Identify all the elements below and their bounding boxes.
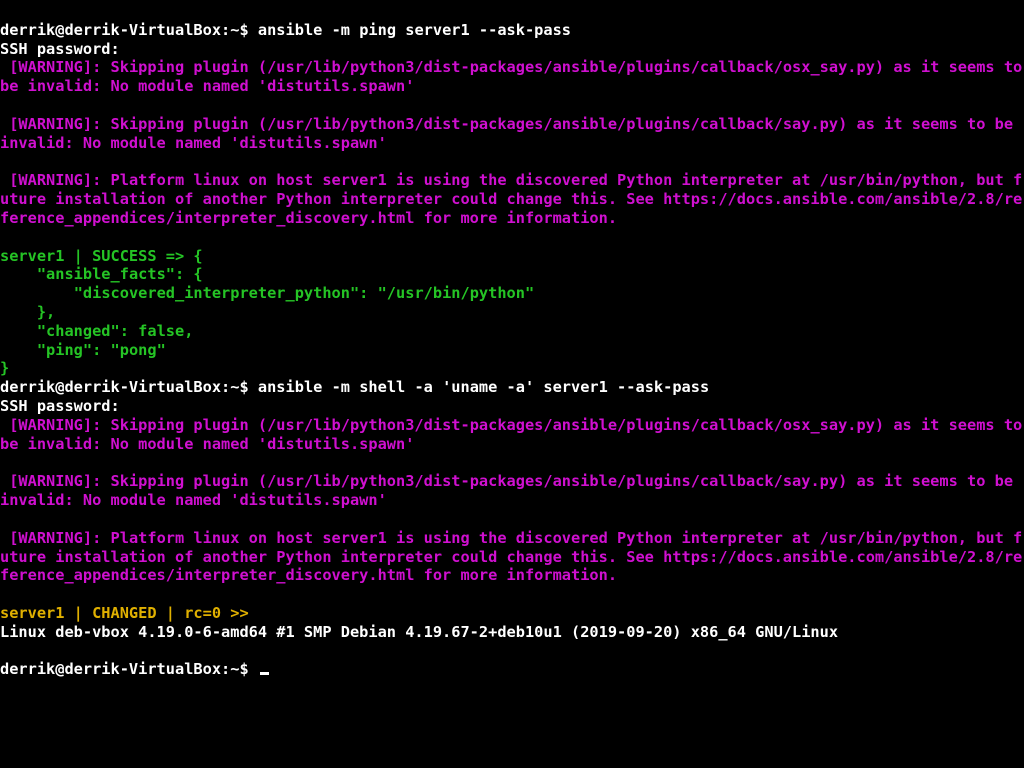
success-json-line: } [0, 359, 9, 377]
uname-output: Linux deb-vbox 4.19.0-6-amd64 #1 SMP Deb… [0, 623, 838, 641]
changed-header: server1 | CHANGED | rc=0 >> [0, 604, 249, 622]
success-json-line: }, [0, 303, 55, 321]
success-json-line: "discovered_interpreter_python": "/usr/b… [0, 284, 534, 302]
ssh-password-2: SSH password: [0, 397, 120, 415]
prompt-line-3: derrik@derrik-VirtualBox:~$ [0, 660, 269, 678]
success-json-line: "ansible_facts": { [0, 265, 203, 283]
warning-osx-say-2: [WARNING]: Skipping plugin (/usr/lib/pyt… [0, 416, 1024, 453]
success-json-line: server1 | SUCCESS => { [0, 247, 203, 265]
prompt-line-2: derrik@derrik-VirtualBox:~$ ansible -m s… [0, 378, 709, 396]
success-json-line: "changed": false, [0, 322, 193, 340]
prompt-line-1: derrik@derrik-VirtualBox:~$ ansible -m p… [0, 21, 571, 39]
warning-python-1: [WARNING]: Platform linux on host server… [0, 171, 1022, 227]
warning-osx-say-1: [WARNING]: Skipping plugin (/usr/lib/pyt… [0, 58, 1024, 95]
warning-say-2: [WARNING]: Skipping plugin (/usr/lib/pyt… [0, 472, 1022, 509]
terminal[interactable]: derrik@derrik-VirtualBox:~$ ansible -m p… [0, 0, 1024, 679]
success-json-line: "ping": "pong" [0, 341, 166, 359]
cursor [260, 672, 269, 675]
ssh-password-1: SSH password: [0, 40, 120, 58]
warning-say-1: [WARNING]: Skipping plugin (/usr/lib/pyt… [0, 115, 1022, 152]
warning-python-2: [WARNING]: Platform linux on host server… [0, 529, 1022, 585]
